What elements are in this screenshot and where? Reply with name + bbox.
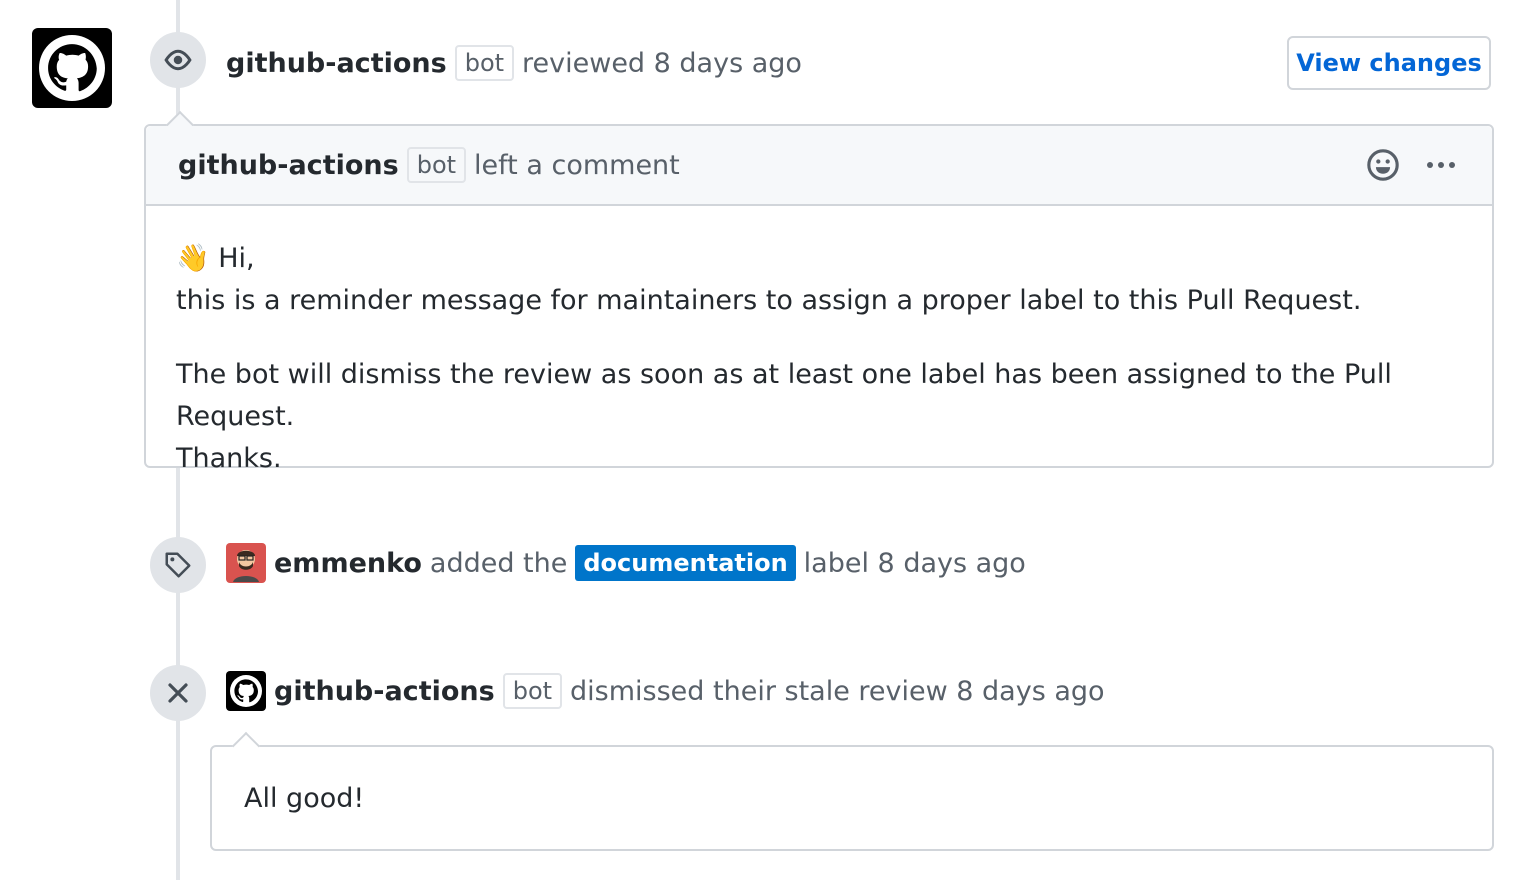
label-action-before: added the <box>429 547 568 579</box>
greeting-text: Hi, <box>218 243 255 274</box>
reminder-text: this is a reminder message for maintaine… <box>176 285 1362 316</box>
dismiss-info-text: The bot will dismiss the review as soon … <box>176 359 1392 432</box>
dismiss-action-text: dismissed their stale review 8 days ago <box>570 675 1105 707</box>
review-comment: github-actions bot left a comment 👋 Hi, … <box>144 110 1494 474</box>
comment-body: 👋 Hi, this is a reminder message for mai… <box>146 206 1492 480</box>
bot-badge: bot <box>502 673 563 709</box>
smiley-icon <box>1367 149 1399 181</box>
wave-emoji: 👋 <box>176 243 210 274</box>
label-action-after: label 8 days ago <box>803 547 1026 579</box>
dismiss-message: All good! <box>244 782 365 814</box>
dismiss-caret <box>231 731 261 761</box>
bot-badge: bot <box>454 45 515 81</box>
label-event-line: emmenko added the documentation label 8 … <box>226 543 1026 583</box>
comment-header-actions <box>1366 148 1456 182</box>
review-event-line: github-actions bot reviewed 8 days ago <box>226 45 802 81</box>
dismiss-event-line: github-actions bot dismissed their stale… <box>226 671 1105 711</box>
tag-icon <box>165 552 191 578</box>
eye-badge <box>150 32 206 88</box>
bot-badge: bot <box>406 147 467 183</box>
github-mark-icon <box>230 675 262 707</box>
review-author-link[interactable]: github-actions <box>226 48 447 79</box>
x-badge <box>150 665 206 721</box>
github-actions-avatar[interactable] <box>32 28 112 108</box>
add-reaction-button[interactable] <box>1366 148 1400 182</box>
comment-header: github-actions bot left a comment <box>146 126 1492 206</box>
comment-action-text: left a comment <box>474 149 680 181</box>
github-mark-icon <box>39 35 105 101</box>
dismiss-author-link[interactable]: github-actions <box>274 676 495 707</box>
view-changes-button[interactable]: View changes <box>1287 36 1491 90</box>
documentation-label[interactable]: documentation <box>575 545 796 581</box>
review-action-text: reviewed 8 days ago <box>522 47 802 79</box>
github-actions-small-avatar[interactable] <box>226 671 266 711</box>
tag-badge <box>150 537 206 593</box>
person-icon <box>233 550 259 582</box>
greeting-line: 👋 Hi, <box>176 238 1492 280</box>
kebab-horizontal-icon <box>1427 162 1455 168</box>
thanks-text: Thanks. <box>176 443 282 474</box>
label-author-link[interactable]: emmenko <box>274 548 422 579</box>
eye-icon <box>164 49 192 71</box>
x-icon <box>168 683 188 703</box>
comment-options-button[interactable] <box>1426 160 1456 170</box>
comment-author-link[interactable]: github-actions <box>178 150 399 181</box>
emmenko-avatar[interactable] <box>226 543 266 583</box>
dismiss-message-box: All good! <box>210 731 1494 851</box>
